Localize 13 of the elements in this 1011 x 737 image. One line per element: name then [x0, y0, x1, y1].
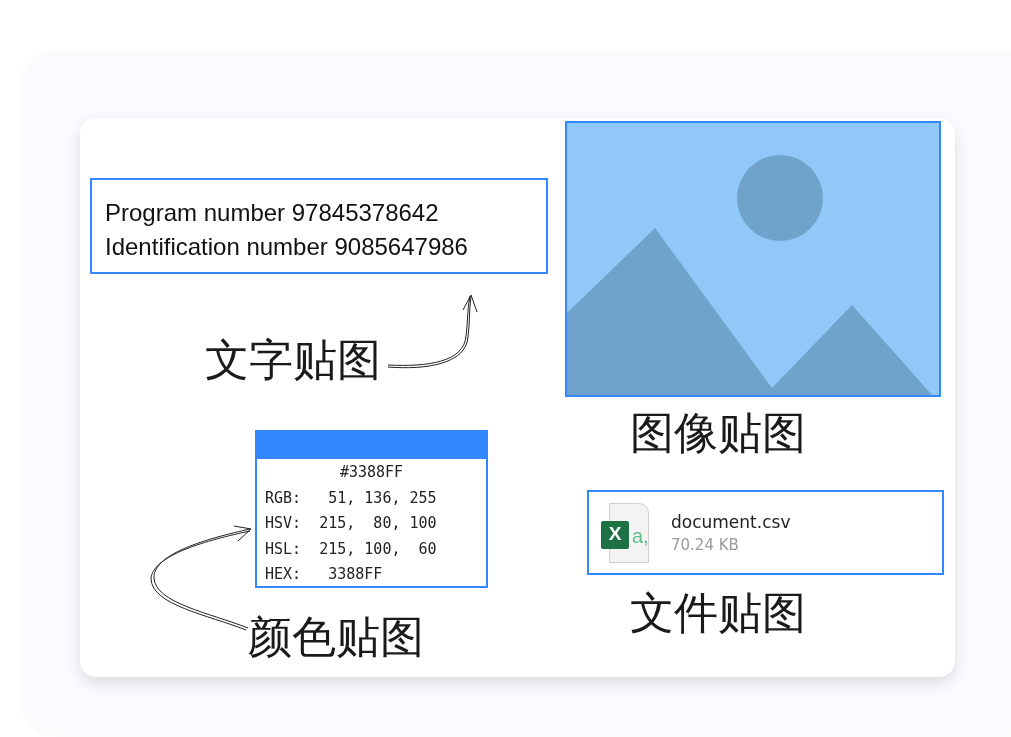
- file-name: document.csv: [671, 510, 791, 534]
- file-size: 70.24 KB: [671, 534, 740, 556]
- color-value-row-text: HSV: 215, 80, 100: [265, 513, 438, 534]
- sticker-label: 文字贴图: [205, 338, 381, 382]
- sticker-label: 颜色贴图: [248, 615, 424, 659]
- color-value-row-text: HSL: 215, 100, 60: [265, 538, 438, 560]
- color-hex-title: #3388FF: [338, 462, 405, 483]
- color-value-row-text: HEX: 3388FF: [265, 564, 384, 585]
- sticker-label: 文件贴图: [630, 591, 806, 635]
- sticker-label: 图像贴图: [630, 411, 806, 455]
- color-value-row-text: RGB: 51, 136, 255: [265, 487, 438, 509]
- sticker-text-line: Identification number 9085647986: [105, 232, 469, 262]
- sticker-text-line: Program number 97845378642: [105, 198, 440, 228]
